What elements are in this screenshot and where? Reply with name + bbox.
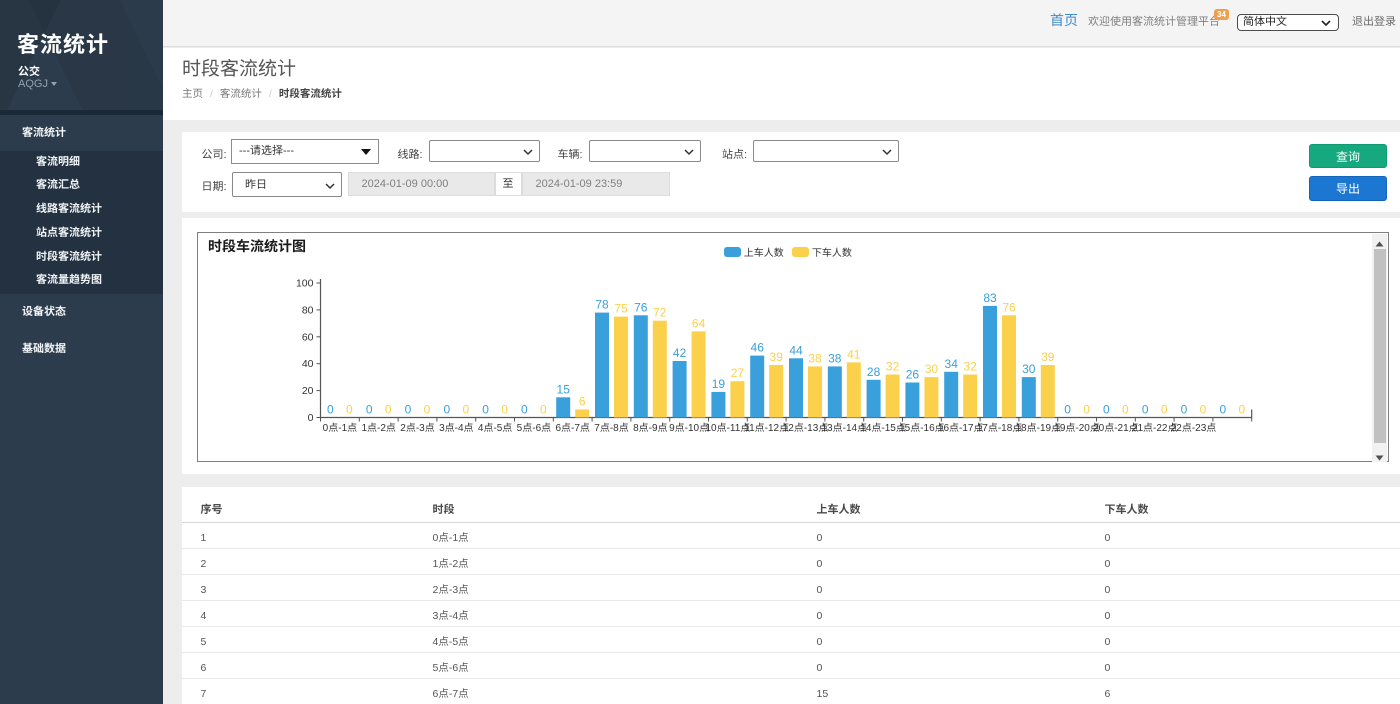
svg-text:0: 0 <box>1064 403 1071 417</box>
svg-text:0: 0 <box>1238 403 1245 417</box>
svg-text:0: 0 <box>424 403 431 417</box>
svg-text:0: 0 <box>1122 403 1129 417</box>
svg-text:32: 32 <box>964 360 978 374</box>
svg-text:0: 0 <box>327 403 334 417</box>
svg-text:2点-3点: 2点-3点 <box>400 422 434 434</box>
svg-text:6: 6 <box>579 394 586 408</box>
svg-text:3点-4点: 3点-4点 <box>439 422 473 434</box>
svg-text:6点-7点: 6点-7点 <box>555 422 589 434</box>
svg-text:100: 100 <box>296 278 314 290</box>
svg-text:9点-10点: 9点-10点 <box>669 422 709 434</box>
svg-text:0: 0 <box>1083 403 1090 417</box>
svg-text:72: 72 <box>653 306 667 320</box>
svg-text:19: 19 <box>712 377 726 391</box>
svg-text:32: 32 <box>886 360 900 374</box>
svg-text:40: 40 <box>302 358 314 370</box>
svg-text:30: 30 <box>925 362 939 376</box>
svg-text:38: 38 <box>808 351 822 365</box>
svg-text:7点-8点: 7点-8点 <box>594 422 628 434</box>
svg-text:64: 64 <box>692 316 706 330</box>
svg-text:5点-6点: 5点-6点 <box>517 422 551 434</box>
svg-text:0: 0 <box>443 403 450 417</box>
svg-text:39: 39 <box>770 350 784 364</box>
svg-text:20: 20 <box>302 385 314 397</box>
svg-text:76: 76 <box>1002 300 1016 314</box>
svg-text:0点-1点: 0点-1点 <box>323 422 357 434</box>
svg-text:0: 0 <box>462 403 469 417</box>
svg-text:8点-9点: 8点-9点 <box>633 422 667 434</box>
svg-text:60: 60 <box>302 331 314 343</box>
svg-text:0: 0 <box>308 412 314 424</box>
svg-text:75: 75 <box>614 302 628 316</box>
svg-text:0: 0 <box>346 403 353 417</box>
svg-text:28: 28 <box>867 365 881 379</box>
svg-text:0: 0 <box>521 403 528 417</box>
svg-text:0: 0 <box>540 403 547 417</box>
svg-text:0: 0 <box>366 403 373 417</box>
svg-text:34: 34 <box>945 357 959 371</box>
svg-text:27: 27 <box>731 366 745 380</box>
svg-text:44: 44 <box>789 343 803 357</box>
svg-text:0: 0 <box>1181 403 1188 417</box>
svg-text:0: 0 <box>1103 403 1110 417</box>
svg-text:0: 0 <box>1161 403 1168 417</box>
svg-text:30: 30 <box>1022 362 1036 376</box>
svg-text:0: 0 <box>1219 403 1226 417</box>
svg-text:42: 42 <box>673 346 687 360</box>
svg-text:0: 0 <box>501 403 508 417</box>
svg-text:4点-5点: 4点-5点 <box>478 422 512 434</box>
svg-text:0: 0 <box>482 403 489 417</box>
svg-text:41: 41 <box>847 347 861 361</box>
svg-text:0: 0 <box>385 403 392 417</box>
svg-text:39: 39 <box>1041 350 1055 364</box>
svg-text:0: 0 <box>405 403 412 417</box>
svg-text:15: 15 <box>557 382 571 396</box>
svg-text:26: 26 <box>906 368 920 382</box>
svg-text:22点-23点: 22点-23点 <box>1171 422 1217 434</box>
svg-text:0: 0 <box>1142 403 1149 417</box>
svg-text:46: 46 <box>751 341 765 355</box>
svg-text:1点-2点: 1点-2点 <box>361 422 395 434</box>
svg-text:80: 80 <box>302 304 314 316</box>
svg-text:76: 76 <box>634 300 648 314</box>
svg-text:83: 83 <box>983 291 997 305</box>
svg-text:38: 38 <box>828 351 842 365</box>
svg-text:0: 0 <box>1200 403 1207 417</box>
svg-text:78: 78 <box>595 298 609 312</box>
